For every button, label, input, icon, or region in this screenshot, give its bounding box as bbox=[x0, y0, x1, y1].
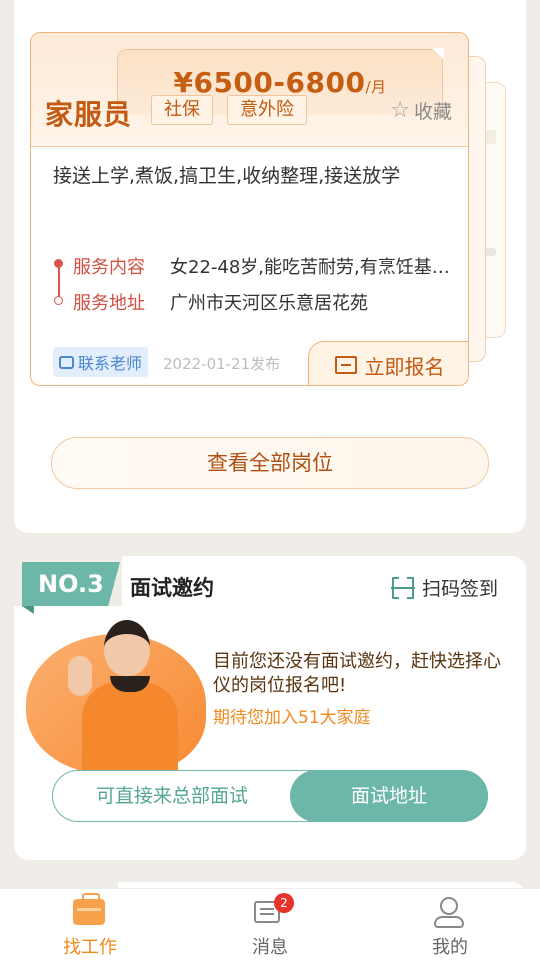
job-title: 家服员 bbox=[45, 98, 133, 131]
welcome-message: 期待您加入51大家庭 bbox=[213, 708, 371, 728]
hq-interview-label: 可直接来总部面试 bbox=[95, 785, 248, 807]
clipboard-icon bbox=[334, 356, 357, 374]
briefcase-icon bbox=[73, 893, 105, 925]
tab-label: 找工作 bbox=[63, 937, 117, 958]
section-number-badge: NO.3 bbox=[22, 562, 120, 606]
tab-messages[interactable]: 2 消息 bbox=[180, 889, 360, 960]
tab-bar: 找工作 2 消息 我的 bbox=[0, 888, 540, 960]
interview-title: 面试邀约 bbox=[130, 576, 214, 600]
tab-find-jobs[interactable]: 找工作 bbox=[0, 889, 180, 960]
service-content-value: 女22-48岁,能吃苦耐劳,有烹饪基础,有经验者优先 bbox=[170, 257, 454, 278]
tab-me[interactable]: 我的 bbox=[360, 889, 540, 960]
tag-accident-insurance: 意外险 bbox=[227, 95, 307, 125]
apply-label: 立即报名 bbox=[364, 354, 445, 379]
staff-illustration bbox=[68, 616, 188, 772]
tab-label: 我的 bbox=[432, 937, 468, 958]
scan-label: 扫码签到 bbox=[421, 578, 498, 600]
timeline-dot bbox=[54, 259, 63, 268]
favorite-button[interactable]: ☆ 收藏 bbox=[390, 97, 452, 124]
user-icon-body bbox=[434, 916, 464, 928]
service-address-label: 服务地址 bbox=[73, 293, 145, 314]
scan-icon bbox=[390, 575, 415, 600]
publish-date: 2022-01-21发布 bbox=[163, 355, 281, 373]
head bbox=[104, 620, 150, 676]
interview-address-button[interactable]: 面试地址 bbox=[290, 770, 488, 822]
timeline-dot bbox=[54, 296, 63, 305]
apply-button[interactable]: 立即报名 bbox=[308, 341, 468, 385]
tag-social-insurance: 社保 bbox=[151, 95, 213, 125]
scan-checkin-button[interactable]: 扫码签到 bbox=[390, 574, 498, 601]
uniform bbox=[82, 682, 178, 772]
contact-label: 联系老师 bbox=[78, 354, 143, 373]
unread-badge: 2 bbox=[274, 893, 294, 913]
job-card[interactable]: ¥6500-6800/月 家服员 社保 意外险 ☆ 收藏 接送上学,煮饭,搞卫生… bbox=[30, 32, 469, 386]
star-icon: ☆ bbox=[390, 98, 410, 123]
badge-fold bbox=[22, 606, 34, 614]
contact-teacher-button[interactable]: 联系老师 bbox=[53, 347, 149, 377]
service-content-label: 服务内容 bbox=[73, 257, 145, 278]
timeline-line bbox=[58, 263, 60, 299]
job-description: 接送上学,煮饭,搞卫生,收纳整理,接送放学 bbox=[53, 165, 401, 187]
chat-icon bbox=[59, 355, 74, 369]
user-icon bbox=[440, 897, 458, 915]
tab-label: 消息 bbox=[252, 937, 288, 958]
favorite-label: 收藏 bbox=[413, 101, 452, 123]
view-all-jobs-button[interactable]: 查看全部岗位 bbox=[51, 437, 489, 489]
empty-interview-message: 目前您还没有面试邀约，赶快选择心仪的岗位报名吧! bbox=[213, 651, 501, 696]
ok-hand bbox=[68, 656, 92, 696]
service-address-value: 广州市天河区乐意居花苑 bbox=[170, 293, 368, 314]
